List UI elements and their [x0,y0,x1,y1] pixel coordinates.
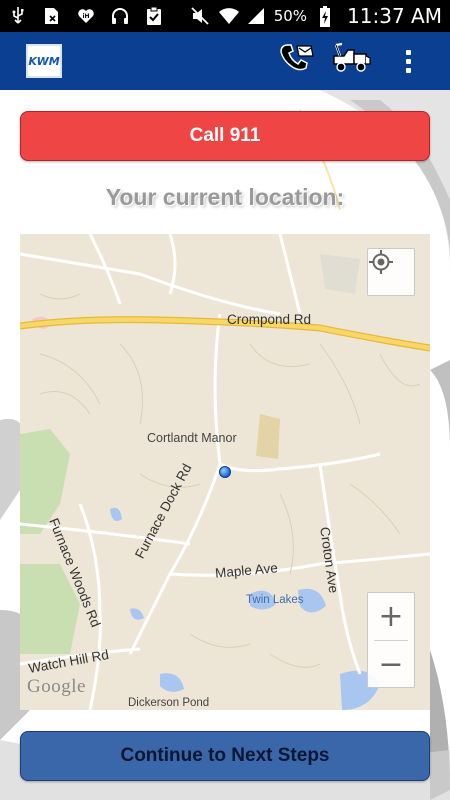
twin-lakes-label: Twin Lakes [246,594,304,606]
svg-text:iH: iH [82,13,89,20]
dickerson-pond-label: Dickerson Pond [128,697,210,709]
mute-icon [190,6,210,26]
usb-icon [8,6,28,26]
phone-hand-icon [277,42,315,81]
call-911-button[interactable]: Call 911 [20,111,430,161]
tow-truck-button[interactable] [324,32,380,90]
overflow-menu-button[interactable] [380,32,436,90]
battery-charging-icon [315,6,335,27]
app-logo[interactable]: KWM [26,44,62,78]
current-location-marker [219,466,231,478]
my-location-button[interactable] [367,248,415,296]
google-attribution: Google [27,676,86,697]
cortlandt-manor-label: Cortlandt Manor [147,431,237,445]
zoom-in-button[interactable]: + [368,593,414,640]
tow-truck-icon [332,42,372,81]
phone-hand-button[interactable] [268,32,324,90]
clipboard-check-icon [144,6,164,26]
battery-percentage: 50% [273,7,308,25]
status-clock: 11:37 AM [347,4,442,28]
status-bar: iH 50% 11:37 AM [0,0,450,32]
app-bar-actions [268,32,436,90]
status-right: 50% 11:37 AM [190,4,442,28]
iheart-icon: iH [76,6,96,26]
headphones-icon [110,6,130,26]
status-left: iH [8,6,164,26]
location-heading: Your current location: [105,184,345,210]
zoom-controls: + − [367,592,415,688]
zoom-out-button[interactable]: − [368,641,414,688]
overflow-menu-icon [393,49,423,73]
sim-blocked-icon [42,6,62,26]
signal-icon [246,6,266,26]
wifi-icon [218,6,239,26]
map-view[interactable]: Crompond Rd Cortlandt Manor Furnace Dock… [20,234,430,710]
app-bar: KWM [0,32,450,90]
continue-next-steps-button[interactable]: Continue to Next Steps [20,731,430,781]
crompond-rd-label: Crompond Rd [227,312,312,327]
